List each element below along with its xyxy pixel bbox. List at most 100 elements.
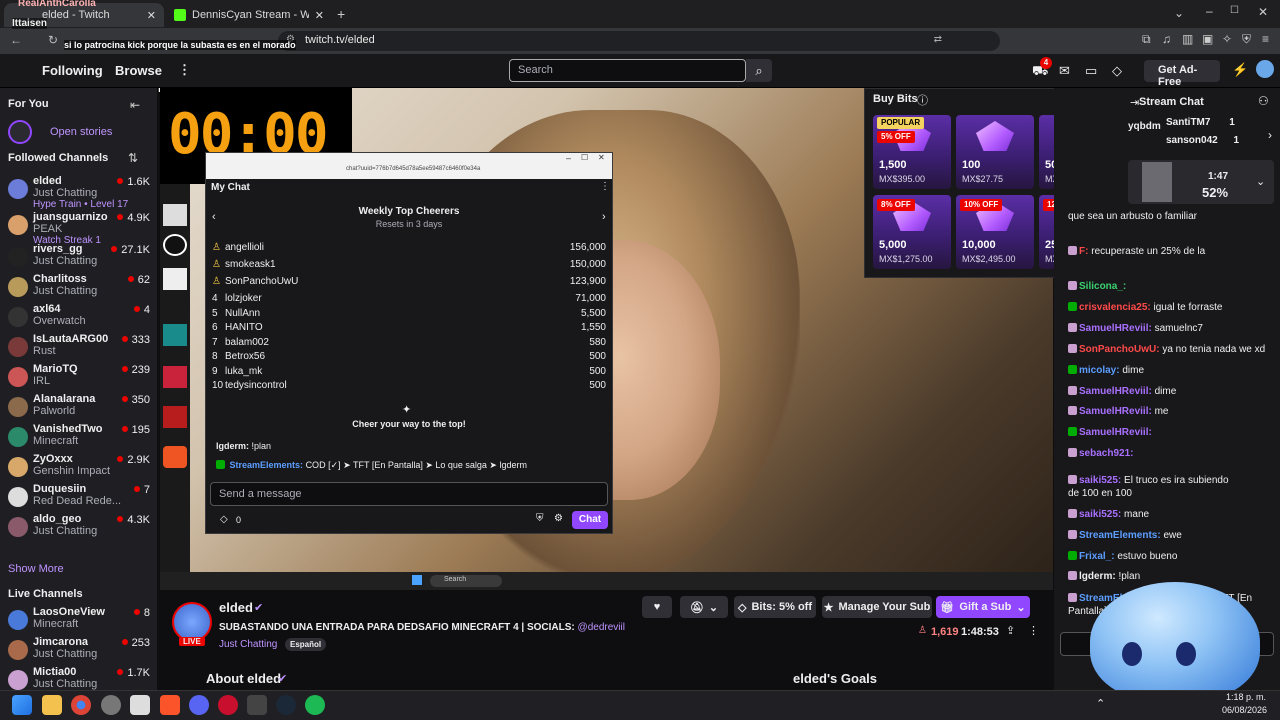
- manage-sub-button[interactable]: ★ Manage Your Sub: [822, 596, 932, 618]
- follow-button[interactable]: ♥: [642, 596, 672, 618]
- cheerer-row[interactable]: ♙ smokeask1 150,000: [212, 259, 606, 273]
- browser-tab-dennis[interactable]: DennisCyan Stream - Watch Live on ✕: [166, 3, 332, 27]
- maximize-icon[interactable]: ☐: [1230, 5, 1239, 16]
- back-icon[interactable]: ←: [10, 33, 22, 47]
- collapse-chat-icon[interactable]: ⇥: [1130, 96, 1139, 109]
- chat-username[interactable]: StreamElements:: [1079, 530, 1161, 541]
- sidebar-channel[interactable]: ZyOxxx Genshin Impact 2.9K: [6, 452, 152, 482]
- shield-icon[interactable]: ⛨: [536, 513, 544, 524]
- spotify-icon[interactable]: [305, 695, 325, 715]
- chat-username[interactable]: SamuelHReviil:: [1079, 323, 1152, 334]
- bit-pack-card[interactable]: 10% OFF 10,000 MX$2,495.00: [956, 195, 1034, 269]
- more-icon[interactable]: ⋮: [178, 62, 191, 78]
- close-window-icon[interactable]: ✕: [1258, 5, 1268, 19]
- extensions-icon[interactable]: ⧉: [1142, 32, 1151, 47]
- stories-avatar[interactable]: [8, 120, 32, 144]
- brave-icon[interactable]: [160, 695, 180, 715]
- bits-button[interactable]: ◇ Bits: 5% off: [734, 596, 816, 618]
- cheerer-row[interactable]: 10 tedysincontrol 500: [212, 380, 606, 394]
- close-icon[interactable]: ✕: [147, 9, 156, 22]
- language-tag[interactable]: Español: [285, 638, 327, 651]
- share-icon[interactable]: ⇪: [1006, 624, 1015, 637]
- tray-chevron-icon[interactable]: ⌃: [1096, 697, 1105, 710]
- minimize-icon[interactable]: –: [1206, 4, 1213, 18]
- chevron-down-icon[interactable]: ⌄: [1256, 175, 1265, 188]
- chevron-right-icon[interactable]: ›: [602, 211, 606, 223]
- browser-tab-twitch[interactable]: elded - Twitch ✕: [4, 3, 164, 27]
- sidebar-channel[interactable]: Duquesiin Red Dead Rede... 7: [6, 482, 152, 512]
- xbox-icon[interactable]: [247, 695, 267, 715]
- minimize-icon[interactable]: –: [566, 153, 571, 163]
- close-icon[interactable]: ✕: [598, 153, 605, 162]
- sort-icon[interactable]: ⇅: [128, 151, 138, 165]
- photos-icon[interactable]: [130, 695, 150, 715]
- reload-icon[interactable]: ↻: [48, 33, 58, 47]
- discord-icon[interactable]: [189, 695, 209, 715]
- sidebar-channel[interactable]: MarioTQ IRL 239: [6, 362, 152, 392]
- sidebar-channel[interactable]: IsLautaARG00 Rust 333: [6, 332, 152, 362]
- twitch-logo-icon[interactable]: ⚡: [1232, 62, 1248, 78]
- bit-pack-card[interactable]: 100 MX$27.75: [956, 115, 1034, 189]
- chat-username[interactable]: crisvalencia25:: [1079, 302, 1151, 313]
- collapse-icon[interactable]: ⇤: [130, 98, 140, 112]
- bits-icon[interactable]: ◇: [1112, 63, 1122, 79]
- ai-icon[interactable]: ✧: [1222, 32, 1232, 46]
- cheerer-row[interactable]: 8 Betrox56 500: [212, 351, 606, 365]
- channel-name[interactable]: elded: [219, 600, 253, 615]
- more-icon[interactable]: ⋮: [600, 181, 610, 192]
- bits-icon[interactable]: ◇: [220, 514, 228, 525]
- nav-following[interactable]: Following: [42, 63, 103, 78]
- url-field[interactable]: ⚙ twitch.tv/elded ⇄: [278, 31, 1000, 51]
- sidebar-channel[interactable]: Alanalarana Palworld 350: [6, 392, 152, 422]
- close-icon[interactable]: ✕: [315, 9, 324, 22]
- chevron-down-icon[interactable]: ⌄: [1174, 6, 1184, 20]
- sidebar-live-channel[interactable]: LaosOneView Minecraft 8: [6, 605, 152, 635]
- get-ad-free-button[interactable]: Get Ad-Free: [1144, 60, 1220, 88]
- popup-message-input[interactable]: Send a message: [210, 482, 608, 506]
- sidebar-live-channel[interactable]: Jimcarona Just Chatting 253: [6, 635, 152, 665]
- cheerer-row[interactable]: ♙ angellioli 156,000: [212, 242, 606, 256]
- whispers-icon[interactable]: ▭: [1085, 63, 1097, 79]
- gift-sub-button[interactable]: 🎁︎ Gift a Sub ⌄: [936, 596, 1030, 618]
- gifter-name[interactable]: sanson042: [1166, 135, 1218, 146]
- notifications-button[interactable]: 🔕︎ ⌄: [680, 596, 728, 618]
- chat-username[interactable]: SonPanchoUwU:: [1079, 344, 1160, 355]
- chrome-icon[interactable]: [71, 695, 91, 715]
- opera-icon[interactable]: [218, 695, 238, 715]
- music-icon[interactable]: ♫: [1162, 32, 1171, 46]
- chat-username[interactable]: SamuelHReviil:: [1079, 406, 1152, 417]
- sidebar-channel[interactable]: juansguarnizo PEAK 4.9K Watch Streak 1: [6, 210, 152, 246]
- show-more-link[interactable]: Show More: [8, 563, 64, 575]
- bit-pack-card[interactable]: 8% OFF 5,000 MX$1,275.00: [873, 195, 951, 269]
- socials-link[interactable]: @dedreviil: [578, 622, 625, 633]
- sidebar-channel[interactable]: Charlitoss Just Chatting 62: [6, 272, 152, 302]
- cheerer-row[interactable]: 9 luka_mk 500: [212, 366, 606, 380]
- avatar[interactable]: [1256, 60, 1274, 78]
- translate-icon[interactable]: ⇄: [934, 34, 942, 45]
- inbox-icon[interactable]: ✉: [1059, 63, 1070, 79]
- chat-user[interactable]: StreamElements:: [230, 460, 304, 470]
- open-stories-link[interactable]: Open stories: [50, 126, 112, 138]
- settings-icon[interactable]: [101, 695, 121, 715]
- chevron-right-icon[interactable]: ›: [1268, 128, 1272, 142]
- sidebar-channel[interactable]: rivers_gg Just Chatting 27.1K: [6, 242, 152, 272]
- wallet-icon[interactable]: ▣: [1202, 32, 1213, 46]
- menu-icon[interactable]: ≡: [1262, 32, 1269, 46]
- vpn-icon[interactable]: ⛨: [1242, 32, 1251, 47]
- hype-train-widget[interactable]: 1:47 52% ⌄: [1128, 160, 1274, 204]
- channel-avatar[interactable]: [172, 602, 212, 642]
- nav-browse[interactable]: Browse: [115, 63, 162, 78]
- file-explorer-icon[interactable]: [42, 695, 62, 715]
- sidebar-icon[interactable]: ▥: [1182, 32, 1193, 46]
- sidebar-channel[interactable]: axl64 Overwatch 4: [6, 302, 152, 332]
- chat-username[interactable]: SamuelHReviil:: [1079, 386, 1152, 397]
- cheerer-row[interactable]: ♙ SonPanchoUwU 123,900: [212, 276, 606, 290]
- bit-pack-card[interactable]: POPULAR 5% OFF 1,500 MX$395.00: [873, 115, 951, 189]
- chat-username[interactable]: lgderm:: [1079, 571, 1116, 582]
- windows-start-icon[interactable]: [12, 695, 32, 715]
- chat-username[interactable]: micolay:: [1079, 365, 1120, 376]
- chat-username[interactable]: SamuelHReviil:: [1079, 427, 1152, 438]
- sidebar-channel[interactable]: aldo_geo Just Chatting 4.3K: [6, 512, 152, 542]
- info-icon[interactable]: ⓘ: [917, 92, 928, 108]
- more-icon[interactable]: ⋮: [1028, 624, 1039, 637]
